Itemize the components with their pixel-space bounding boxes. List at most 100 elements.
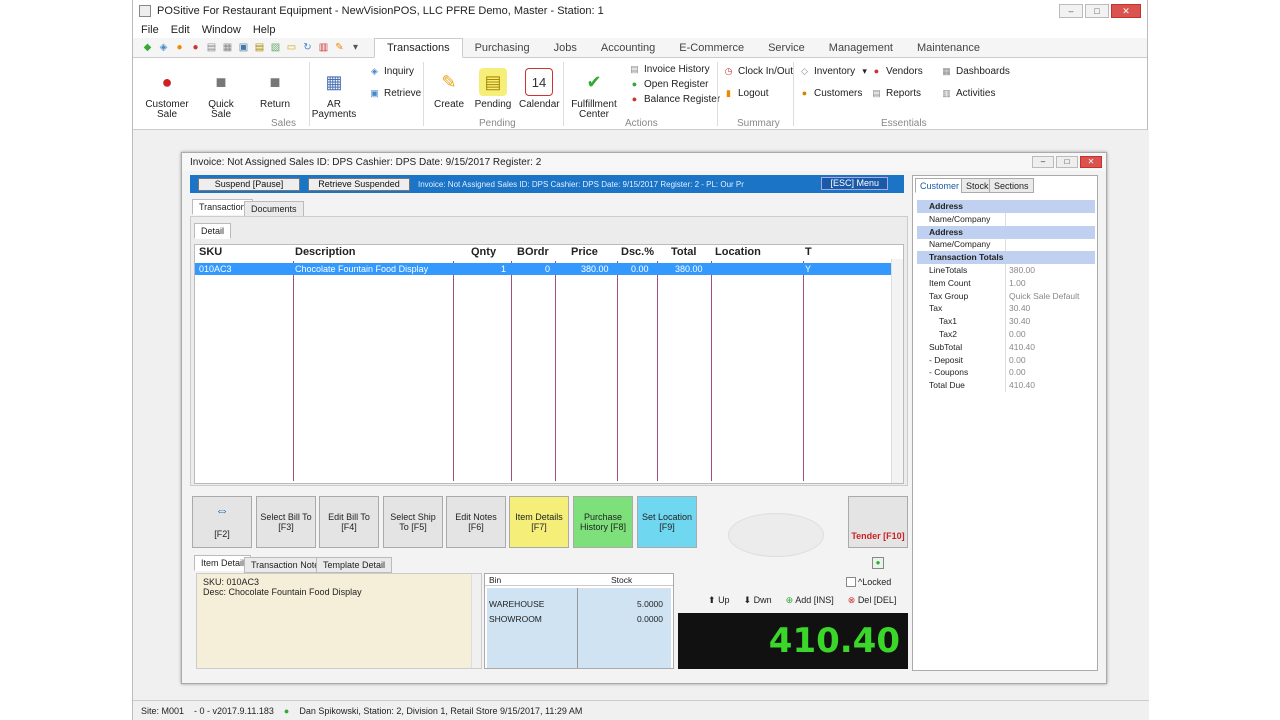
pencil-icon[interactable]: ✎ [333,41,346,54]
invoice-close-button[interactable]: ✕ [1080,156,1102,168]
calendar-button[interactable]: 14 Calendar [519,68,560,110]
calendar-icon[interactable]: ▥ [317,41,330,54]
refresh-icon[interactable]: ↻ [301,41,314,54]
header-description[interactable]: Description [295,246,356,258]
property-row[interactable]: Name/Company [917,212,1095,226]
add-button[interactable]: ⊕ Add [INS] [786,595,834,606]
set-location-button[interactable]: Set Location [F9] [637,496,697,548]
edit-notes-button[interactable]: Edit Notes [F6] [446,496,506,548]
image-icon[interactable]: ▧ [269,41,282,54]
folder-icon[interactable]: ▭ [285,41,298,54]
ar-payments-button[interactable]: ▦ AR Payments [309,68,359,120]
menu-file[interactable]: File [141,24,159,36]
tab-item-detail[interactable]: Item Detail [194,555,252,571]
section-header[interactable]: Address [917,225,1095,239]
invoice-minimize-button[interactable]: – [1032,156,1054,168]
header-total[interactable]: Total [671,246,696,258]
header-location[interactable]: Location [715,246,761,258]
table-row[interactable]: WAREHOUSE 5.0000 [489,599,669,611]
tab-sections[interactable]: Sections [989,178,1034,193]
tab-ecommerce[interactable]: E-Commerce [667,39,756,57]
save-icon[interactable]: ▣ [237,41,250,54]
clock-in-out-button[interactable]: ◷ Clock In/Out [723,66,793,77]
note-icon[interactable]: ▤ [253,41,266,54]
property-row[interactable]: Tax2 0.00 [917,328,1095,341]
property-row[interactable]: Tax Group Quick Sale Default [917,289,1095,303]
balance-register-button[interactable]: ● Balance Register [629,94,720,105]
property-row[interactable]: LineTotals 380.00 [917,264,1095,277]
pending-button[interactable]: ▤ Pending [473,68,513,110]
tab-accounting[interactable]: Accounting [589,39,667,57]
table-row[interactable]: SHOWROOM 0.0000 [489,614,669,626]
minimize-button[interactable]: – [1059,4,1083,18]
logout-button[interactable]: ▮ Logout [723,88,769,99]
select-bill-to-button[interactable]: Select Bill To [F3] [256,496,316,548]
tab-documents[interactable]: Documents [244,201,304,217]
property-row[interactable]: - Deposit 0.00 [917,353,1095,367]
f2-button[interactable]: ⇔ [F2] [192,496,252,548]
lock-icon[interactable]: ● [872,557,884,569]
menu-window[interactable]: Window [202,24,241,36]
suspend-button[interactable]: Suspend [Pause] [198,177,300,191]
invoice-history-button[interactable]: ▤ Invoice History [629,64,709,75]
person-icon[interactable]: ● [189,41,202,54]
detail-scrollbar[interactable] [471,574,481,668]
purchase-history-button[interactable]: Purchase History [F8] [573,496,633,548]
dropdown-icon[interactable]: ▾ [349,41,362,54]
open-register-button[interactable]: ● Open Register [629,79,709,90]
menu-edit[interactable]: Edit [171,24,190,36]
tab-detail[interactable]: Detail [194,223,232,239]
locked-checkbox[interactable] [846,577,856,587]
tab-customer[interactable]: Customer [915,178,965,193]
tab-management[interactable]: Management [817,39,905,57]
grid-scrollbar[interactable] [891,259,903,483]
palette-icon[interactable]: ● [173,41,186,54]
header-dsc[interactable]: Dsc.% [621,246,654,258]
return-button[interactable]: ■ Return [253,68,297,110]
property-row[interactable]: Name/Company [917,238,1095,252]
sale-icon[interactable]: ◆ [141,41,154,54]
dashboards-button[interactable]: ▦ Dashboards [941,66,1010,77]
header-qnty[interactable]: Qnty [471,246,496,258]
list-icon[interactable]: ▦ [221,41,234,54]
tab-transactions[interactable]: Transactions [374,38,463,58]
property-row[interactable]: Total Due 410.40 [917,379,1095,393]
document-icon[interactable]: ▤ [205,41,218,54]
invoice-maximize-button[interactable]: □ [1056,156,1078,168]
item-details-button[interactable]: Item Details [F7] [509,496,569,548]
property-row[interactable]: Item Count 1.00 [917,276,1095,290]
section-header[interactable]: Address [917,200,1095,213]
fulfillment-center-button[interactable]: ✔ Fulfillment Center [569,68,619,120]
tender-button[interactable]: Tender [F10] [848,496,908,548]
property-row[interactable]: Tax1 30.40 [917,315,1095,329]
quick-sale-button[interactable]: ■ Quick Sale [199,68,243,120]
delete-button[interactable]: ⊗ Del [DEL] [848,595,897,606]
activities-button[interactable]: ▥ Activities [941,88,995,99]
edit-bill-to-button[interactable]: Edit Bill To [F4] [319,496,379,548]
esc-menu-button[interactable]: [ESC] Menu [821,177,888,190]
maximize-button[interactable]: □ [1085,4,1109,18]
tab-purchasing[interactable]: Purchasing [463,39,542,57]
inquiry-button[interactable]: ◈ Inquiry [369,66,414,77]
property-row[interactable]: - Coupons 0.00 [917,366,1095,380]
retrieve-button[interactable]: ▣ Retrieve [369,88,421,99]
tab-template-detail[interactable]: Template Detail [316,557,393,573]
create-button[interactable]: ✎ Create [429,68,469,110]
vendors-button[interactable]: ● Vendors [871,66,923,77]
customer-sale-button[interactable]: ● Customer Sale [143,68,191,120]
tab-jobs[interactable]: Jobs [542,39,589,57]
select-ship-to-button[interactable]: Select Ship To [F5] [383,496,443,548]
property-row[interactable]: SubTotal 410.40 [917,340,1095,354]
tab-service[interactable]: Service [756,39,817,57]
header-sku[interactable]: SKU [199,246,222,258]
tab-maintenance[interactable]: Maintenance [905,39,992,57]
section-header[interactable]: Transaction Totals [917,251,1095,265]
reports-button[interactable]: ▤ Reports [871,88,921,99]
down-button[interactable]: ⬇ Dwn [744,595,772,606]
menu-help[interactable]: Help [253,24,276,36]
customers-button[interactable]: ● Customers [799,88,863,99]
close-button[interactable]: ✕ [1111,4,1141,18]
inventory-button[interactable]: ◇ Inventory ▾ [799,66,870,77]
table-row[interactable]: 010AC3 Chocolate Fountain Food Display 1… [195,263,891,275]
tab-transaction-note[interactable]: Transaction Note [244,557,327,573]
